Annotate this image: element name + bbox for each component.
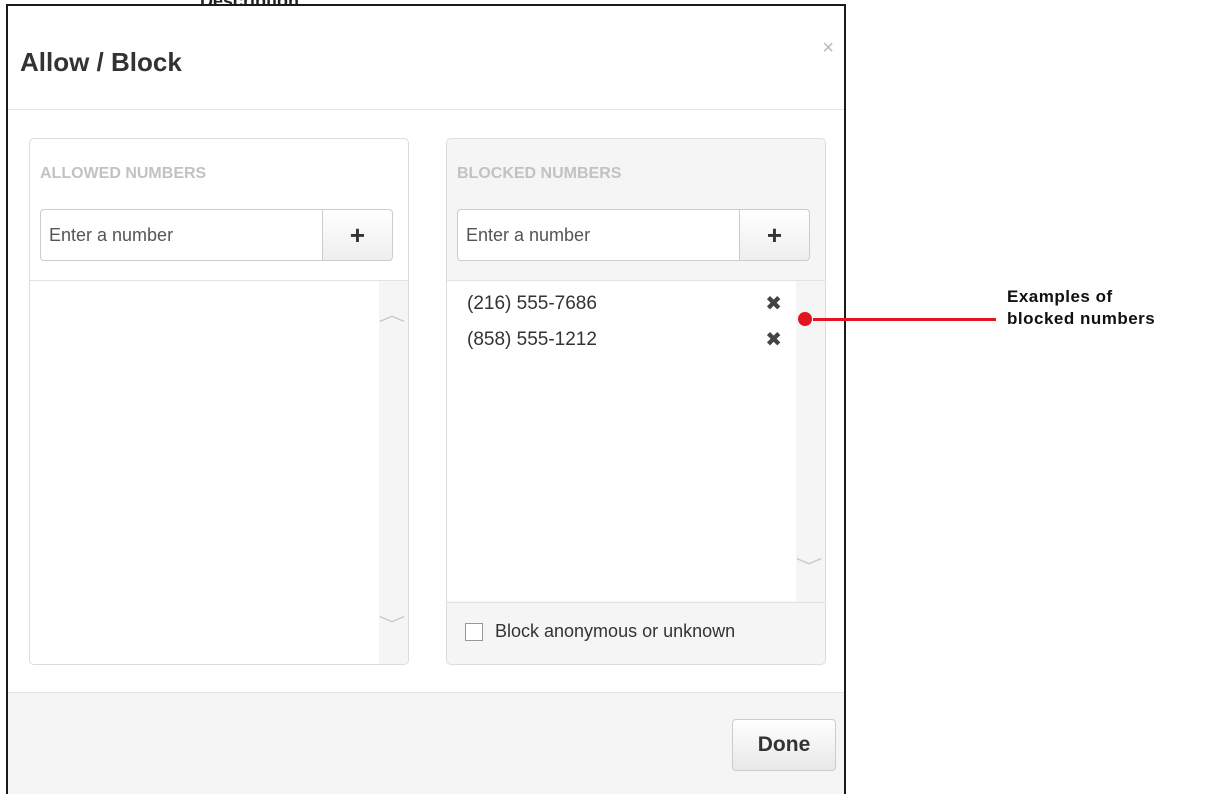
allowed-list-scrollbar[interactable]: ︿ ﹀	[379, 281, 408, 664]
blocked-numbers-list: (216) 555-7686 ✖ (858) 555-1212 ✖	[447, 281, 797, 601]
scroll-down-icon[interactable]: ﹀	[796, 553, 823, 579]
blocked-number: (216) 555-7686	[467, 293, 597, 314]
allowed-numbers-panel: ALLOWED NUMBERS + ︿ ﹀	[29, 138, 409, 665]
callout-line-1: Examples of	[1007, 287, 1113, 306]
plus-icon: +	[766, 219, 783, 250]
list-item: (858) 555-1212 ✖	[467, 329, 787, 359]
blocked-numbers-panel: BLOCKED NUMBERS + (216) 555-7686 ✖ (858)…	[446, 138, 826, 665]
callout-line	[813, 318, 996, 321]
allowed-numbers-list	[30, 281, 380, 664]
blocked-numbers-heading: BLOCKED NUMBERS	[457, 165, 622, 182]
add-blocked-number-button[interactable]: +	[739, 209, 810, 261]
allow-block-dialog: Allow / Block × ALLOWED NUMBERS + ︿ ﹀ BL…	[6, 4, 846, 794]
block-anonymous-checkbox[interactable]	[465, 622, 483, 641]
panel-footer-divider	[447, 602, 825, 603]
remove-icon[interactable]: ✖	[765, 327, 782, 352]
plus-icon: +	[349, 219, 366, 250]
add-allowed-number-button[interactable]: +	[322, 209, 393, 261]
block-anonymous-label: Block anonymous or unknown	[495, 621, 736, 641]
list-item: (216) 555-7686 ✖	[467, 293, 787, 323]
block-anonymous-option[interactable]: Block anonymous or unknown	[465, 621, 735, 642]
callout-line-2: blocked numbers	[1007, 309, 1156, 328]
page: Description Allow / Block × ALLOWED NUMB…	[0, 0, 1213, 794]
close-icon[interactable]: ×	[822, 38, 834, 58]
callout-annotation: Examples of blocked numbers	[1007, 286, 1155, 330]
dialog-footer: Done	[8, 692, 844, 794]
blocked-list-scrollbar[interactable]: ﹀	[796, 281, 825, 601]
blocked-number: (858) 555-1212	[467, 329, 597, 350]
callout-dot	[798, 312, 812, 326]
allowed-number-input[interactable]	[40, 209, 323, 261]
done-button[interactable]: Done	[732, 719, 836, 771]
remove-icon[interactable]: ✖	[765, 291, 782, 316]
header-divider	[8, 109, 844, 110]
scroll-up-icon[interactable]: ︿	[379, 301, 406, 327]
dialog-title: Allow / Block	[20, 47, 182, 77]
blocked-number-input[interactable]	[457, 209, 740, 261]
allowed-numbers-heading: ALLOWED NUMBERS	[40, 165, 207, 182]
scroll-down-icon[interactable]: ﹀	[379, 611, 406, 637]
